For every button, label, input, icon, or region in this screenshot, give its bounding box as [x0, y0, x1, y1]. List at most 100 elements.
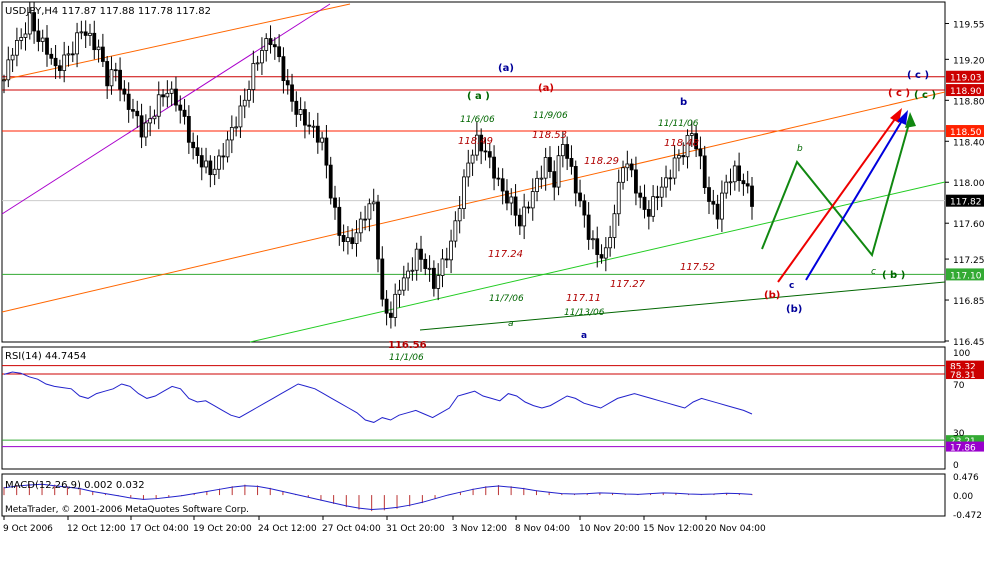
price-bar-body: [225, 139, 230, 158]
price-bar-body: [156, 94, 161, 117]
price-bar-body: [505, 190, 509, 204]
price-bar-body: [517, 214, 522, 227]
price-bar-body: [23, 33, 28, 38]
price-axis-label: 118.80: [953, 97, 985, 107]
price-bar-body: [560, 144, 565, 157]
macd-header: MACD(12,26,9) 0.002 0.032: [5, 480, 145, 491]
price-bar-body: [10, 54, 15, 61]
price-bar-body: [212, 168, 217, 176]
price-bar-body: [548, 157, 552, 172]
price-bar-body: [298, 109, 303, 115]
price-bar-body: [315, 125, 320, 143]
price-bar-body: [45, 37, 49, 55]
price-bar-body: [388, 312, 393, 318]
rsi-axis-label: 70: [953, 381, 965, 391]
price-bar-body: [2, 79, 6, 82]
date-annot-11-1-06: 11/1/06: [389, 353, 424, 363]
price-bar-body: [466, 162, 471, 178]
price-bar-body: [320, 137, 325, 143]
price-bar-body: [285, 80, 290, 86]
price-bar-body: [354, 232, 359, 244]
price-bar-body: [221, 155, 226, 158]
price-bar-body: [100, 46, 105, 62]
price-axis-label: 116.85: [953, 297, 985, 307]
time-axis-label: 20 Nov 04:00: [705, 524, 766, 534]
price-bar-body: [79, 31, 84, 34]
rsi-axis-label: 100: [953, 349, 970, 359]
rsi-header: RSI(14) 44.7454: [5, 351, 86, 362]
price-bar-body: [139, 115, 144, 138]
price-bar-body: [393, 293, 398, 318]
price-bar-body: [341, 235, 346, 242]
price-bar-body: [526, 206, 531, 209]
price-bar-body: [715, 203, 720, 220]
price-bar-body: [707, 187, 711, 202]
price-bar-body: [698, 148, 703, 157]
price-bar-body: [105, 61, 110, 87]
wave-label-c-blue: ( c ): [907, 70, 929, 81]
price-bar-body: [358, 218, 363, 234]
price-header: USDJPY,H4 117.87 117.88 117.78 117.82: [5, 6, 211, 17]
price-bar-body: [638, 192, 643, 198]
price-bar-body: [586, 214, 591, 240]
price-bar-body: [616, 181, 621, 215]
price-bar-body: [6, 59, 11, 81]
price-annot-116-56: 116.56: [388, 340, 427, 351]
price-bar-body: [410, 269, 415, 272]
price-bar-body: [251, 63, 256, 90]
price-bar-body: [569, 158, 574, 167]
price-bar-body: [556, 155, 561, 188]
wave-label-c-green: ( c ): [914, 90, 936, 101]
price-bar-body: [702, 155, 707, 188]
price-bar-body: [608, 237, 613, 249]
price-bar-body: [307, 124, 312, 127]
wave-label-c-blue-small: c: [789, 281, 794, 291]
price-bar-body: [612, 213, 617, 238]
price-bar-body: [333, 197, 337, 208]
price-bar-body: [174, 88, 178, 106]
price-axis-label: 118.00: [953, 179, 985, 189]
price-bar-body: [440, 258, 445, 276]
price-axis-label: 117.60: [953, 220, 985, 230]
time-axis-label: 31 Oct 20:00: [386, 524, 445, 534]
price-bar-body: [247, 89, 251, 101]
metatrader-watermark: MetaTrader, © 2001-2006 MetaQuotes Softw…: [5, 505, 249, 515]
price-bar-body: [483, 150, 488, 153]
price-bar-body: [14, 40, 19, 56]
price-bar-body: [161, 94, 165, 98]
date-annot-11-11-06: 11/11/06: [658, 119, 699, 129]
level-tag-118.90: 118.90: [950, 87, 982, 97]
wave-label-a-red: (a): [538, 83, 554, 94]
price-bar-body: [457, 208, 462, 222]
price-bar-body: [229, 127, 234, 141]
metatrader-chart[interactable]: 119.03118.90118.50117.10117.82 85.3278.3…: [0, 0, 986, 584]
price-bar-body: [530, 191, 535, 209]
price-bar-body: [126, 93, 131, 110]
price-bar-body: [513, 196, 518, 216]
price-bar-body: [509, 196, 514, 204]
wave-label-b-green-paren: ( b ): [882, 270, 905, 281]
price-bar-body: [539, 177, 544, 180]
price-bar-body: [741, 180, 746, 185]
wave-label-b-blue: (b): [786, 304, 802, 315]
price-bar-body: [659, 186, 664, 198]
time-axis-label: 9 Oct 2006: [3, 524, 53, 534]
price-bar-body: [217, 155, 221, 170]
price-bar-body: [152, 115, 157, 120]
price-bar-body: [492, 156, 496, 179]
price-bar-body: [131, 109, 135, 112]
price-bar-body: [436, 275, 441, 289]
price-annot-118-49: 118.49: [458, 136, 493, 147]
price-axis-label: 118.40: [953, 138, 985, 148]
level-tag-119.03: 119.03: [950, 74, 982, 84]
price-bar-body: [367, 203, 372, 220]
price-bar-body: [522, 206, 527, 227]
price-bar-body: [204, 160, 208, 168]
price-bar-body: [290, 84, 294, 102]
price-annot-117-11: 117.11: [566, 293, 601, 304]
price-bar-body: [36, 30, 41, 42]
price-bar-body: [470, 154, 475, 164]
price-bar-body: [371, 201, 376, 205]
price-bar-body: [655, 196, 660, 199]
price-bar-body: [732, 165, 737, 183]
